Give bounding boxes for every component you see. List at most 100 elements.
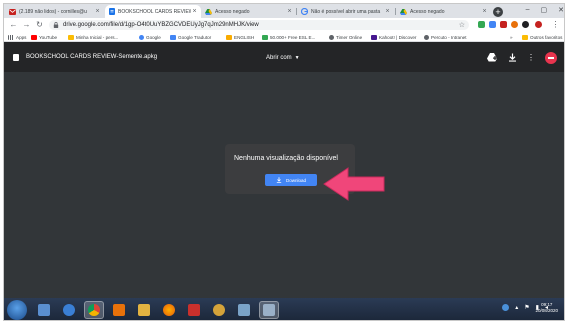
account-avatar[interactable] bbox=[545, 52, 557, 64]
extension-red-icon[interactable] bbox=[500, 21, 507, 28]
bookmark-percurso[interactable]: Percuto - Intranet bbox=[424, 33, 467, 41]
extension-green-icon[interactable] bbox=[478, 21, 485, 28]
taskbar-app-red[interactable] bbox=[184, 301, 204, 319]
tab-access-denied[interactable]: Acesso negado × bbox=[202, 5, 296, 18]
download-label: Download bbox=[285, 177, 306, 183]
help-icon[interactable] bbox=[502, 304, 510, 311]
bookmark-kahoot[interactable]: Kahoot! | Discover bbox=[371, 33, 416, 41]
add-to-drive-icon[interactable] bbox=[487, 53, 497, 63]
extensions-puzzle-icon[interactable] bbox=[522, 21, 529, 28]
tab-access-denied-2[interactable]: Acesso negado × bbox=[397, 5, 491, 18]
taskbar-app-hand[interactable] bbox=[209, 301, 229, 319]
tab-gmail[interactable]: (2.189 não lidos) - cornilles@u × bbox=[6, 5, 104, 18]
taskbar-explorer[interactable] bbox=[34, 301, 54, 319]
hand-icon bbox=[213, 304, 225, 316]
pink-pointer-arrow bbox=[323, 167, 385, 201]
close-icon[interactable]: × bbox=[481, 8, 488, 15]
extension-blue-icon[interactable] bbox=[489, 21, 496, 28]
windows-taskbar: ▴ ⚑ ▮ ◂ 09:17 20/08/2020 bbox=[4, 298, 564, 320]
taskbar-media[interactable] bbox=[109, 301, 129, 319]
lock-icon bbox=[53, 22, 59, 28]
download-button[interactable]: Download bbox=[265, 174, 317, 186]
address-bar[interactable]: drive.google.com/file/d/1gp-O4t0UuYBZGCV… bbox=[49, 20, 469, 30]
bookmark-other-favorites[interactable]: Outros favoritos bbox=[522, 33, 562, 41]
drive-file-viewer: BOOKSCHOOL CARDS REVIEW-Semente.apkg Abr… bbox=[4, 42, 564, 298]
bookmark-english[interactable]: ENGLISH bbox=[226, 33, 254, 41]
open-with-button[interactable]: Abrir com ▼ bbox=[266, 53, 300, 62]
drive-icon bbox=[205, 8, 212, 15]
esl-icon bbox=[262, 34, 268, 40]
flag-icon[interactable]: ⚑ bbox=[524, 304, 529, 311]
taskbar-app[interactable] bbox=[259, 301, 279, 319]
viewer-header: BOOKSCHOOL CARDS REVIEW-Semente.apkg Abr… bbox=[4, 42, 564, 72]
address-toolbar: ← → ↻ drive.google.com/file/d/1gp-O4t0Uu… bbox=[4, 18, 564, 32]
bookmark-youtube[interactable]: YouTube bbox=[31, 33, 57, 41]
bookmark-google-tradutor[interactable]: Google Tradutor bbox=[170, 33, 211, 41]
browser-window: (2.189 não lidos) - cornilles@u × BOOKSC… bbox=[3, 3, 565, 321]
back-icon[interactable]: ← bbox=[8, 19, 19, 30]
drive-icon bbox=[400, 8, 407, 15]
download-icon[interactable] bbox=[507, 53, 517, 63]
close-icon[interactable]: × bbox=[384, 8, 391, 15]
close-icon[interactable]: × bbox=[94, 8, 101, 15]
taskbar-paint[interactable] bbox=[234, 301, 254, 319]
tray-overflow-icon[interactable]: ▴ bbox=[515, 304, 518, 311]
tab-strip: (2.189 não lidos) - cornilles@u × BOOKSC… bbox=[4, 4, 564, 18]
google-g-icon bbox=[139, 34, 144, 40]
internet-explorer-icon bbox=[63, 304, 75, 316]
bookmark-minha-inicial[interactable]: Minha Inicial - pers... bbox=[68, 33, 118, 41]
tab-drive-file[interactable]: BOOKSCHOOL CARDS REVIEW × bbox=[105, 5, 201, 18]
profile-avatar[interactable] bbox=[535, 21, 542, 28]
folder-icon bbox=[138, 304, 150, 316]
close-window-icon[interactable]: ✕ bbox=[558, 6, 564, 14]
close-icon[interactable]: × bbox=[286, 8, 293, 15]
file-name: BOOKSCHOOL CARDS REVIEW-Semente.apkg bbox=[26, 54, 158, 60]
tab-title: (2.189 não lidos) - cornilles@u bbox=[19, 8, 87, 15]
close-icon[interactable]: × bbox=[191, 8, 198, 15]
kahoot-icon bbox=[371, 34, 377, 40]
clock-date: 20/08/2020 bbox=[535, 308, 558, 313]
bookmark-star-icon[interactable]: ☆ bbox=[459, 21, 465, 29]
chrome-icon bbox=[88, 304, 100, 316]
taskbar-firefox[interactable] bbox=[159, 301, 179, 319]
maximize-icon[interactable]: ▢ bbox=[541, 6, 548, 14]
firefox-icon bbox=[163, 304, 175, 316]
taskbar-chrome[interactable] bbox=[84, 301, 104, 319]
download-arrow-icon bbox=[276, 177, 282, 183]
window-controls: – ▢ ✕ bbox=[526, 6, 564, 14]
bookmarks-overflow[interactable]: » bbox=[510, 33, 513, 41]
more-options-icon[interactable]: ⋮ bbox=[526, 53, 536, 63]
bookmark-apps[interactable]: Apps bbox=[8, 33, 26, 41]
taskbar-folder[interactable] bbox=[134, 301, 154, 319]
open-with-label: Abrir com bbox=[266, 54, 292, 61]
reload-icon[interactable]: ↻ bbox=[34, 19, 45, 30]
globe-icon bbox=[424, 34, 429, 40]
tab-title: Acesso negado bbox=[215, 8, 250, 15]
timer-icon bbox=[329, 34, 334, 40]
minimize-icon[interactable]: – bbox=[526, 6, 530, 14]
media-player-icon bbox=[113, 304, 125, 316]
new-tab-button[interactable]: + bbox=[493, 7, 503, 17]
bookmark-timer-online[interactable]: Timer Online bbox=[329, 33, 362, 41]
paint-icon bbox=[238, 304, 250, 316]
system-clock[interactable]: 09:17 20/08/2020 bbox=[535, 302, 558, 314]
google-icon bbox=[301, 8, 308, 15]
taskbar-ie[interactable] bbox=[59, 301, 79, 319]
tab-title: BOOKSCHOOL CARDS REVIEW bbox=[118, 8, 191, 15]
folder-icon bbox=[226, 34, 232, 40]
folder-icon bbox=[522, 34, 528, 40]
tab-cannot-open-folder[interactable]: Não é possível abrir uma pasta × bbox=[298, 5, 394, 18]
start-button[interactable] bbox=[7, 300, 27, 320]
menu-kebab-icon[interactable]: ⋮ bbox=[550, 19, 561, 30]
bookmark-esl[interactable]: 50.000+ Free ESL E... bbox=[262, 33, 315, 41]
no-preview-message: Nenhuma visualização disponível bbox=[234, 155, 338, 162]
drive-file-icon bbox=[108, 8, 115, 15]
url-text: drive.google.com/file/d/1gp-O4t0UuYBZGCV… bbox=[63, 22, 259, 28]
explorer-icon bbox=[38, 304, 50, 316]
bookmark-google[interactable]: Google bbox=[139, 33, 161, 41]
apps-grid-icon bbox=[8, 34, 14, 40]
forward-icon[interactable]: → bbox=[21, 19, 32, 30]
extension-orange-icon[interactable] bbox=[511, 21, 518, 28]
translate-icon bbox=[170, 34, 176, 40]
app-icon bbox=[263, 304, 275, 316]
